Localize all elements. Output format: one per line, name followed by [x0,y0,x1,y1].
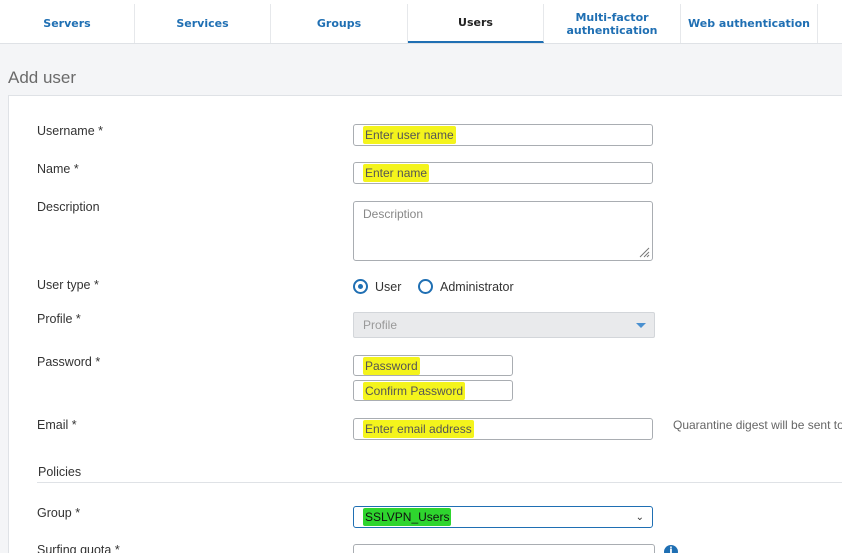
tab-users[interactable]: Users [408,4,544,43]
quarantine-note: Quarantine digest will be sent to [673,418,842,432]
password-label: Password * [37,355,101,369]
tab-bar: Servers Services Groups Users Multi-fact… [0,0,842,44]
tab-web-authentication[interactable]: Web authentication [681,4,818,43]
password-placeholder: Password [363,356,420,375]
email-placeholder: Enter email address [363,420,474,438]
username-label: Username * [37,124,103,138]
description-textarea[interactable]: Description [353,201,653,261]
surfing-quota-label: Surfing quota * [37,543,120,553]
confirm-password-placeholder: Confirm Password [363,381,466,400]
user-type-administrator-label: Administrator [440,280,514,294]
tab-servers[interactable]: Servers [0,4,135,43]
profile-value: Profile [363,318,398,332]
group-value: SSLVPN_Users [363,508,452,526]
group-select[interactable]: SSLVPN_Users ⌄ [353,506,653,528]
description-placeholder: Description [363,207,424,221]
radio-selected-dot [358,284,363,289]
page-title: Add user [8,68,77,87]
user-type-administrator-radio[interactable] [418,279,433,294]
caret-down-icon [636,323,646,328]
profile-label: Profile * [37,312,81,326]
email-input[interactable]: Enter email address [353,418,653,440]
username-input[interactable]: Enter user name [353,124,653,146]
user-type-label: User type * [37,278,99,292]
policies-divider [37,482,842,483]
tab-mfa-line2: authentication [566,23,658,37]
info-icon[interactable]: i [664,545,678,553]
group-label: Group * [37,506,81,520]
confirm-password-input[interactable]: Confirm Password [353,380,513,401]
user-type-user-radio[interactable] [353,279,368,294]
tab-mfa-line1: Multi-factor [575,10,649,24]
password-input[interactable]: Password [353,355,513,376]
name-placeholder: Enter name [363,164,430,182]
resize-handle-icon[interactable] [638,246,650,258]
user-type-user-label: User [375,280,402,294]
name-input[interactable]: Enter name [353,162,653,184]
email-label: Email * [37,418,77,432]
tab-multi-factor-authentication[interactable]: Multi-factor authentication [544,4,681,43]
tab-groups[interactable]: Groups [271,4,408,43]
profile-select: Profile [353,312,655,338]
chevron-down-icon: ⌄ [635,512,644,523]
tab-services[interactable]: Services [135,4,271,43]
name-label: Name * [37,162,79,176]
surfing-quota-select[interactable] [353,544,655,553]
description-label: Description [37,200,100,214]
policies-section-title: Policies [38,465,82,479]
username-placeholder: Enter user name [363,126,456,144]
